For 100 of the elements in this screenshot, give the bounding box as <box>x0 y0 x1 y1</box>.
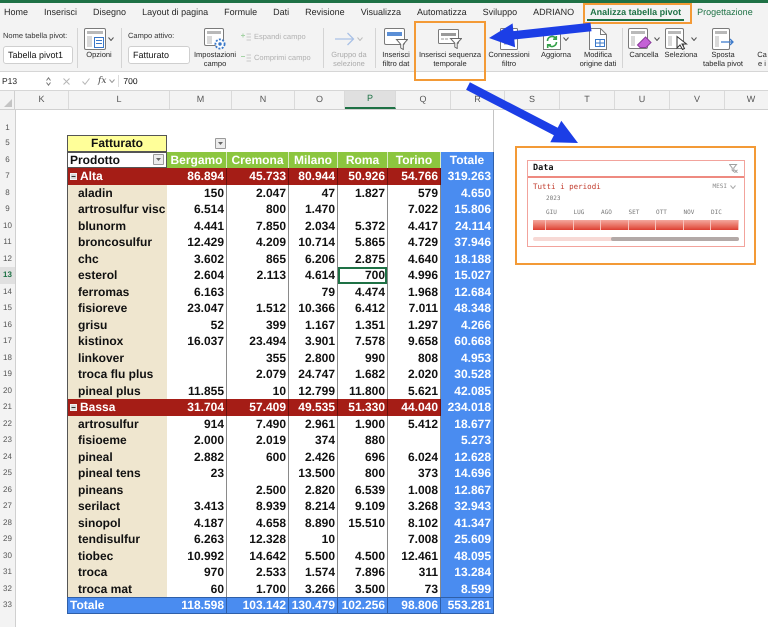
total-cell: 32.943 <box>441 498 494 514</box>
insert-function-button[interactable]: fx <box>98 76 106 86</box>
ribbon-tab[interactable]: Revisione <box>302 6 348 21</box>
ribbon-tab[interactable]: Home <box>1 6 32 21</box>
row-header[interactable]: 29 <box>0 531 16 548</box>
total-cell: 102.256 <box>338 597 388 614</box>
month-segment[interactable] <box>711 220 738 230</box>
row-label: linkover <box>67 350 167 366</box>
row-label: fisioreve <box>67 300 167 316</box>
column-header[interactable]: V <box>670 91 725 109</box>
total-cell: 234.018 <box>441 399 494 416</box>
column-header[interactable]: M <box>170 91 232 109</box>
row-header[interactable]: 11 <box>0 234 16 250</box>
row-header[interactable]: 16 <box>0 316 16 333</box>
month-segment[interactable] <box>546 220 574 230</box>
caret-icon <box>730 185 736 189</box>
check-icon[interactable] <box>82 78 90 84</box>
row-header[interactable]: 12 <box>0 250 16 267</box>
ribbon-tab[interactable]: Dati <box>270 6 292 21</box>
name-box[interactable]: P13 <box>2 74 44 88</box>
row-header[interactable]: 15 <box>0 300 16 316</box>
row-header[interactable]: 7 <box>0 168 16 184</box>
row-label: pineal tens <box>67 465 167 482</box>
formula-field[interactable]: 700 <box>123 72 768 90</box>
filter-button[interactable] <box>153 154 164 166</box>
row-header[interactable]: 1 <box>0 110 16 135</box>
total-cell: 60.668 <box>441 333 494 350</box>
ribbon-tab[interactable]: ADRIANO <box>530 6 578 21</box>
month-segment[interactable] <box>628 220 656 230</box>
row-label: esterol <box>67 267 167 284</box>
column-header[interactable]: L <box>69 91 170 109</box>
pivot-column-header: Milano <box>289 152 338 168</box>
column-header[interactable]: K <box>15 91 69 109</box>
ribbon-tab[interactable]: Formule <box>221 6 260 21</box>
total-cell: 12.628 <box>441 448 494 465</box>
pivot-column-header: Torino <box>388 152 441 168</box>
month-segment[interactable] <box>533 220 546 230</box>
row-header[interactable]: 31 <box>0 564 16 580</box>
column-header[interactable]: P <box>345 91 396 109</box>
row-header[interactable]: 21 <box>0 399 16 416</box>
filter-button[interactable] <box>215 138 226 149</box>
row-header[interactable]: 10 <box>0 218 16 234</box>
ribbon-tab[interactable]: Disegno <box>90 6 130 21</box>
row-header[interactable]: 23 <box>0 432 16 448</box>
column-header[interactable]: T <box>560 91 615 109</box>
ribbon-tab[interactable]: Sviluppo <box>480 6 520 21</box>
column-header[interactable]: N <box>232 91 295 109</box>
column-header[interactable]: U <box>615 91 670 109</box>
collapse-icon[interactable] <box>70 172 77 180</box>
subtotal-cell: 51.330 <box>338 399 388 416</box>
row-header[interactable]: 30 <box>0 548 16 564</box>
ribbon-tab[interactable]: Analizza tabella pivot <box>587 6 684 21</box>
column-header[interactable]: W <box>725 91 768 109</box>
row-label: pineal plus <box>67 382 167 399</box>
scrollbar-thumb[interactable] <box>611 237 739 241</box>
total-cell: 37.946 <box>441 234 494 250</box>
row-header[interactable]: 25 <box>0 465 16 482</box>
row-header[interactable]: 8 <box>0 184 16 201</box>
ribbon-tab[interactable]: Visualizza <box>358 6 404 21</box>
row-header[interactable]: 13 <box>0 267 16 284</box>
row-header[interactable]: 32 <box>0 580 16 597</box>
column-header[interactable]: Q <box>396 91 451 109</box>
month-segment[interactable] <box>684 220 711 230</box>
text-field[interactable]: Tabella pivot1 <box>3 46 73 64</box>
ribbon-tab[interactable]: Layout di pagina <box>139 6 212 21</box>
row-header[interactable]: 6 <box>0 152 16 168</box>
month-segment[interactable] <box>656 220 684 230</box>
value-cell: 2.047 <box>227 184 289 201</box>
row-header[interactable]: 14 <box>0 284 16 300</box>
row-header[interactable]: 5 <box>0 135 16 152</box>
month-segment[interactable] <box>574 220 601 230</box>
row-header[interactable]: 17 <box>0 333 16 350</box>
row-label: chc <box>67 250 167 267</box>
row-header[interactable]: 19 <box>0 366 16 382</box>
value-cell: 7.490 <box>227 416 289 432</box>
row-header[interactable]: 24 <box>0 448 16 465</box>
collapse-icon[interactable] <box>70 404 77 411</box>
cancel-icon[interactable] <box>63 78 70 84</box>
spinner-icon[interactable] <box>46 76 51 86</box>
row-header[interactable]: 27 <box>0 498 16 514</box>
row-header[interactable]: 26 <box>0 482 16 498</box>
row-header[interactable]: 22 <box>0 416 16 432</box>
row-header[interactable]: 20 <box>0 382 16 399</box>
text-field[interactable]: Fatturato <box>128 46 190 64</box>
select-all-icon[interactable] <box>4 99 12 107</box>
total-cell: 18.188 <box>441 250 494 267</box>
row-header[interactable]: 28 <box>0 514 16 531</box>
ribbon-tab[interactable]: Automatizza <box>414 6 470 21</box>
row-header[interactable]: 9 <box>0 201 16 218</box>
ribbon-tab[interactable]: Progettazione <box>694 6 756 21</box>
value-field-header: Fatturato <box>67 135 167 152</box>
value-cell: 1.900 <box>338 416 388 432</box>
funnel-icon <box>384 28 408 50</box>
row-header[interactable]: 33 <box>0 597 16 614</box>
ribbon-tab[interactable]: Inserisci <box>41 6 80 21</box>
panel-icon <box>84 28 106 50</box>
funnel-icon[interactable] <box>729 164 738 173</box>
month-segment[interactable] <box>601 220 628 230</box>
funnel-icon <box>438 29 462 49</box>
row-header[interactable]: 18 <box>0 350 16 366</box>
